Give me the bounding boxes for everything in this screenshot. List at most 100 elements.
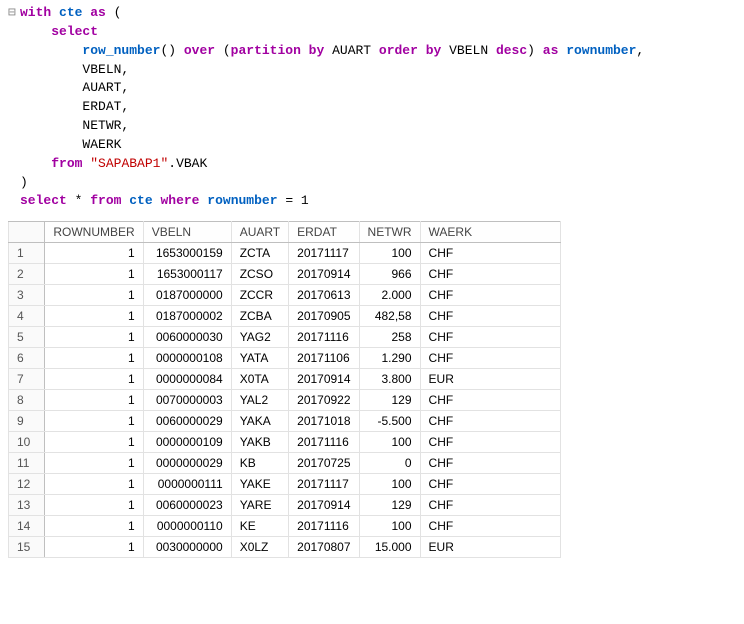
- row-number-cell[interactable]: 1: [9, 243, 45, 264]
- sql-editor[interactable]: ⊟with cte as ( select row_number() over …: [0, 0, 744, 221]
- col-header-auart[interactable]: AUART: [231, 222, 288, 243]
- cell-netwr[interactable]: 100: [359, 432, 420, 453]
- cell-erdat[interactable]: 20171116: [289, 432, 359, 453]
- cell-netwr[interactable]: 1.290: [359, 348, 420, 369]
- cell-vbeln[interactable]: 0060000030: [143, 327, 231, 348]
- cell-rownumber[interactable]: 1: [45, 264, 143, 285]
- cell-auart[interactable]: YAL2: [231, 390, 288, 411]
- table-row[interactable]: 310187000000ZCCR201706132.000CHF: [9, 285, 561, 306]
- cell-auart[interactable]: ZCSO: [231, 264, 288, 285]
- cell-auart[interactable]: YARE: [231, 495, 288, 516]
- cell-rownumber[interactable]: 1: [45, 243, 143, 264]
- code-line[interactable]: ⊟with cte as (: [8, 4, 736, 23]
- cell-rownumber[interactable]: 1: [45, 495, 143, 516]
- code-line[interactable]: VBELN,: [8, 61, 736, 80]
- cell-auart[interactable]: KB: [231, 453, 288, 474]
- table-row[interactable]: 910060000029YAKA20171018-5.500CHF: [9, 411, 561, 432]
- cell-erdat[interactable]: 20170914: [289, 369, 359, 390]
- table-row[interactable]: 1410000000110KE20171116100CHF: [9, 516, 561, 537]
- cell-waerk[interactable]: CHF: [420, 348, 560, 369]
- cell-rownumber[interactable]: 1: [45, 285, 143, 306]
- code-line[interactable]: ): [8, 174, 736, 193]
- row-number-cell[interactable]: 3: [9, 285, 45, 306]
- cell-auart[interactable]: YAKA: [231, 411, 288, 432]
- cell-netwr[interactable]: 15.000: [359, 537, 420, 558]
- cell-vbeln[interactable]: 0000000108: [143, 348, 231, 369]
- table-row[interactable]: 1010000000109YAKB20171116100CHF: [9, 432, 561, 453]
- cell-waerk[interactable]: CHF: [420, 495, 560, 516]
- cell-vbeln[interactable]: 0030000000: [143, 537, 231, 558]
- cell-netwr[interactable]: 2.000: [359, 285, 420, 306]
- cell-waerk[interactable]: CHF: [420, 390, 560, 411]
- row-number-cell[interactable]: 12: [9, 474, 45, 495]
- cell-erdat[interactable]: 20170905: [289, 306, 359, 327]
- cell-auart[interactable]: YATA: [231, 348, 288, 369]
- cell-vbeln[interactable]: 0187000002: [143, 306, 231, 327]
- cell-erdat[interactable]: 20170613: [289, 285, 359, 306]
- cell-waerk[interactable]: CHF: [420, 432, 560, 453]
- table-row[interactable]: 1110000000029KB201707250CHF: [9, 453, 561, 474]
- cell-auart[interactable]: X0LZ: [231, 537, 288, 558]
- cell-erdat[interactable]: 20170807: [289, 537, 359, 558]
- cell-vbeln[interactable]: 1653000117: [143, 264, 231, 285]
- cell-erdat[interactable]: 20171018: [289, 411, 359, 432]
- cell-rownumber[interactable]: 1: [45, 369, 143, 390]
- cell-waerk[interactable]: CHF: [420, 285, 560, 306]
- row-number-cell[interactable]: 10: [9, 432, 45, 453]
- cell-netwr[interactable]: 482,58: [359, 306, 420, 327]
- cell-waerk[interactable]: CHF: [420, 306, 560, 327]
- cell-netwr[interactable]: 100: [359, 474, 420, 495]
- cell-auart[interactable]: ZCCR: [231, 285, 288, 306]
- code-line[interactable]: row_number() over (partition by AUART or…: [8, 42, 736, 61]
- cell-waerk[interactable]: CHF: [420, 243, 560, 264]
- cell-vbeln[interactable]: 0060000023: [143, 495, 231, 516]
- cell-rownumber[interactable]: 1: [45, 390, 143, 411]
- cell-waerk[interactable]: CHF: [420, 327, 560, 348]
- cell-netwr[interactable]: 129: [359, 390, 420, 411]
- row-number-cell[interactable]: 2: [9, 264, 45, 285]
- row-number-cell[interactable]: 15: [9, 537, 45, 558]
- cell-vbeln[interactable]: 0000000110: [143, 516, 231, 537]
- cell-rownumber[interactable]: 1: [45, 537, 143, 558]
- cell-waerk[interactable]: CHF: [420, 264, 560, 285]
- cell-auart[interactable]: KE: [231, 516, 288, 537]
- cell-rownumber[interactable]: 1: [45, 516, 143, 537]
- table-row[interactable]: 211653000117ZCSO20170914966CHF: [9, 264, 561, 285]
- table-row[interactable]: 410187000002ZCBA20170905482,58CHF: [9, 306, 561, 327]
- cell-auart[interactable]: YAKE: [231, 474, 288, 495]
- cell-rownumber[interactable]: 1: [45, 453, 143, 474]
- cell-auart[interactable]: ZCBA: [231, 306, 288, 327]
- cell-waerk[interactable]: CHF: [420, 453, 560, 474]
- cell-rownumber[interactable]: 1: [45, 411, 143, 432]
- cell-rownumber[interactable]: 1: [45, 327, 143, 348]
- row-number-cell[interactable]: 5: [9, 327, 45, 348]
- result-table[interactable]: ROWNUMBERVBELNAUARTERDATNETWRWAERK111653…: [8, 221, 561, 558]
- cell-erdat[interactable]: 20171106: [289, 348, 359, 369]
- row-number-cell[interactable]: 4: [9, 306, 45, 327]
- table-row[interactable]: 510060000030YAG220171116258CHF: [9, 327, 561, 348]
- cell-waerk[interactable]: EUR: [420, 537, 560, 558]
- cell-netwr[interactable]: 966: [359, 264, 420, 285]
- table-row[interactable]: 1210000000111YAKE20171117100CHF: [9, 474, 561, 495]
- cell-netwr[interactable]: 100: [359, 243, 420, 264]
- code-line[interactable]: select: [8, 23, 736, 42]
- cell-vbeln[interactable]: 0000000084: [143, 369, 231, 390]
- cell-erdat[interactable]: 20171116: [289, 516, 359, 537]
- cell-erdat[interactable]: 20170922: [289, 390, 359, 411]
- cell-erdat[interactable]: 20171117: [289, 243, 359, 264]
- cell-netwr[interactable]: 129: [359, 495, 420, 516]
- table-row[interactable]: 1310060000023YARE20170914129CHF: [9, 495, 561, 516]
- cell-netwr[interactable]: 100: [359, 516, 420, 537]
- cell-erdat[interactable]: 20171116: [289, 327, 359, 348]
- cell-vbeln[interactable]: 0000000111: [143, 474, 231, 495]
- cell-waerk[interactable]: CHF: [420, 474, 560, 495]
- table-row[interactable]: 810070000003YAL220170922129CHF: [9, 390, 561, 411]
- cell-netwr[interactable]: 258: [359, 327, 420, 348]
- code-line[interactable]: from "SAPABAP1".VBAK: [8, 155, 736, 174]
- cell-auart[interactable]: YAKB: [231, 432, 288, 453]
- code-line[interactable]: select * from cte where rownumber = 1: [8, 192, 736, 211]
- table-row[interactable]: 111653000159ZCTA20171117100CHF: [9, 243, 561, 264]
- row-number-cell[interactable]: 14: [9, 516, 45, 537]
- cell-vbeln[interactable]: 0187000000: [143, 285, 231, 306]
- col-header-vbeln[interactable]: VBELN: [143, 222, 231, 243]
